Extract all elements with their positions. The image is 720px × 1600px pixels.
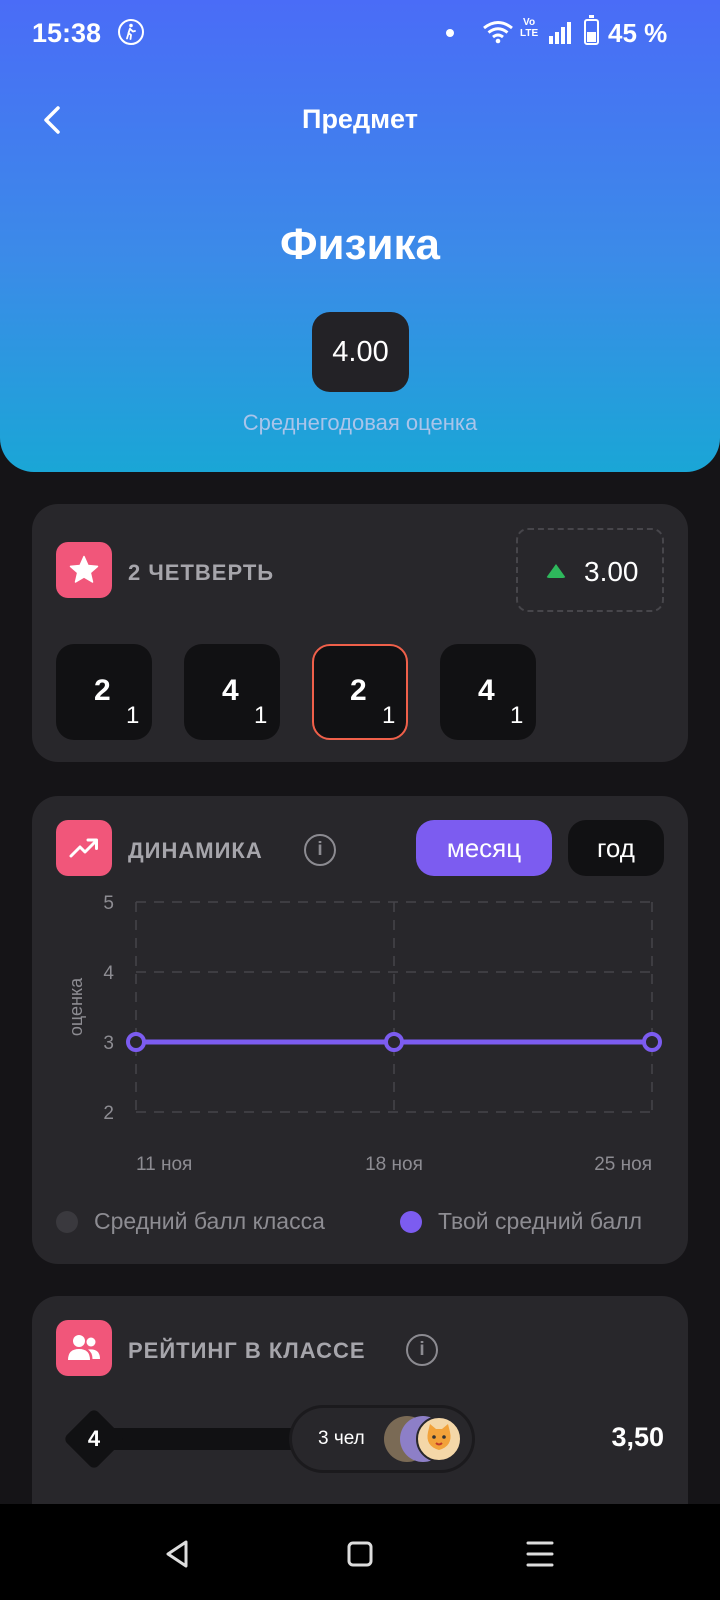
y-tick-label: 4 [103, 963, 114, 984]
rating-title: РЕЙТИНГ В КЛАССЕ [128, 1338, 366, 1363]
star-icon [56, 542, 112, 598]
users-icon [56, 1320, 112, 1376]
quarter-average: 3.00 [516, 528, 664, 612]
recents-menu-icon[interactable] [520, 1534, 560, 1574]
grade-tile[interactable]: 4 1 [184, 644, 280, 740]
legend-class-average: Средний балл класса [56, 1208, 325, 1235]
signal-icon [549, 22, 571, 44]
quarter-card[interactable]: 2 ЧЕТВЕРТЬ 3.00 2 1 4 1 2 1 4 1 [32, 504, 688, 762]
dynamics-card: ДИНАМИКА i месяц год 5 4 3 2 оценка 11 ноя 18 … [32, 796, 688, 1264]
grade-tile[interactable]: 2 1 [56, 644, 152, 740]
y-axis-label: оценка [66, 977, 86, 1036]
home-square-icon[interactable] [340, 1534, 380, 1574]
grade-tile-selected[interactable]: 2 1 [312, 644, 408, 740]
wifi-icon [483, 21, 513, 44]
people-count: 3 чел [318, 1428, 365, 1449]
info-icon[interactable]: i [406, 1334, 438, 1366]
y-tick-label: 5 [103, 893, 114, 914]
cat-avatar [416, 1416, 462, 1462]
page-title: Предмет [302, 104, 418, 134]
annual-grade-caption: Среднегодовая оценка [242, 410, 478, 435]
data-point [384, 1032, 404, 1052]
legend-dot-icon [56, 1210, 78, 1233]
data-point [126, 1032, 146, 1052]
x-tick-label: 25 ноя [594, 1154, 652, 1175]
rating-position: 4 [87, 1426, 101, 1451]
dynamics-chart: 5 4 3 2 оценка 11 ноя 18 ноя 25 ноя [66, 893, 662, 1175]
quarter-average-value: 3.00 [584, 556, 639, 587]
grade-weight: 1 [382, 702, 396, 729]
rating-card: РЕЙТИНГ В КЛАССЕ i 4 3 чел 3,50 [32, 1296, 688, 1536]
grade-weight: 1 [126, 702, 140, 729]
classmates-pill[interactable]: 3 чел [292, 1408, 472, 1470]
subject-name: Физика [279, 220, 440, 269]
walk-icon [118, 19, 144, 45]
back-triangle-icon[interactable] [158, 1534, 198, 1574]
data-point [642, 1032, 662, 1052]
legend-label: Твой средний балл [438, 1208, 643, 1234]
grade-value: 4 [222, 674, 239, 707]
x-tick-label: 11 ноя [136, 1154, 192, 1175]
status-time: 15:38 [32, 18, 102, 48]
legend-label: Средний балл класса [94, 1208, 325, 1234]
notification-dot-icon [446, 29, 454, 37]
y-tick-label: 3 [103, 1033, 114, 1054]
grade-value: 4 [478, 674, 495, 707]
legend-dot-icon [400, 1210, 422, 1233]
grade-value: 2 [94, 674, 111, 707]
grade-weight: 1 [510, 702, 524, 729]
grade-value: 2 [350, 674, 367, 707]
battery-icon [584, 15, 599, 45]
status-bar: 15:38 Vo LTE 45 % [0, 0, 720, 66]
quarter-title: 2 ЧЕТВЕРТЬ [128, 560, 275, 585]
trend-up-arrow-icon [546, 564, 566, 578]
legend-my-average: Твой средний балл [400, 1208, 642, 1235]
grade-weight: 1 [254, 702, 268, 729]
system-nav-bar [0, 1504, 720, 1600]
rating-score: 3,50 [611, 1422, 664, 1452]
annual-grade-badge: 4.00 [312, 312, 409, 392]
volte-icon: Vo LTE [520, 17, 539, 39]
y-tick-label: 2 [103, 1103, 114, 1124]
battery-percent: 45 % [608, 18, 668, 48]
x-tick-label: 18 ноя [365, 1154, 423, 1175]
grade-tile[interactable]: 4 1 [440, 644, 536, 740]
